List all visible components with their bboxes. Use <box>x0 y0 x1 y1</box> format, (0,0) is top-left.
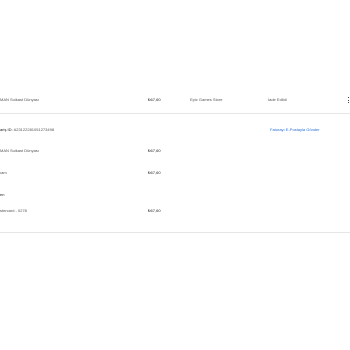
email-invoice-link[interactable]: Faturayı E-Postayla Gönder <box>270 128 320 132</box>
order-id-value: A23122281051273498 <box>13 127 55 132</box>
purchase-price: ₺67,60 <box>148 97 161 102</box>
purchase-item-name: MAN Suikast Dünyası <box>0 97 39 102</box>
purchase-store: Epic Games Store <box>190 97 223 102</box>
tax-label: ıam <box>0 170 7 175</box>
payment-method: stercard - 0278 <box>0 208 27 213</box>
payment-amount: ₺67,60 <box>148 208 161 213</box>
section-divider <box>0 232 350 233</box>
payment-heading: en <box>0 192 5 197</box>
tax-value: ₺67,60 <box>148 170 161 175</box>
order-id: ariş ID: A23122281051273498 <box>0 128 54 132</box>
purchase-status: İade Edildi <box>268 97 287 102</box>
order-id-label: ariş ID: <box>0 127 13 132</box>
line-item-name: MAN Suikast Dünyası <box>0 148 39 153</box>
row-divider <box>0 113 350 114</box>
line-item-price: ₺67,60 <box>148 148 161 153</box>
